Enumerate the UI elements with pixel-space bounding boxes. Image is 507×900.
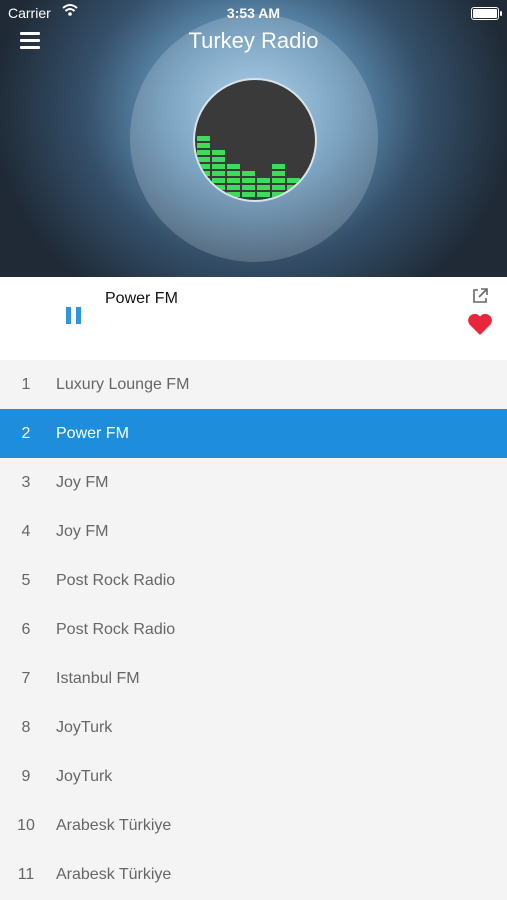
equalizer-icon <box>197 136 315 197</box>
station-row[interactable]: 9 JoyTurk <box>0 752 507 801</box>
station-number: 7 <box>21 669 31 687</box>
station-number: 3 <box>21 473 31 491</box>
station-number: 8 <box>21 718 31 736</box>
station-row[interactable]: 3 Joy FM <box>0 458 507 507</box>
share-icon[interactable] <box>471 287 489 305</box>
station-number: 11 <box>17 865 35 883</box>
station-name: Arabesk Türkiye <box>56 816 172 834</box>
station-name: JoyTurk <box>56 718 113 736</box>
station-row[interactable]: 5 Post Rock Radio <box>0 556 507 605</box>
station-number: 10 <box>17 816 35 834</box>
station-name: Istanbul FM <box>56 669 140 687</box>
station-row[interactable]: 1 Luxury Lounge FM <box>0 360 507 409</box>
station-number: 1 <box>21 375 31 393</box>
battery-icon <box>471 7 502 20</box>
header: Carrier 3:53 AM Turkey Radio <box>0 0 507 277</box>
station-number: 6 <box>21 620 31 638</box>
artwork-disc <box>193 78 317 202</box>
heart-icon[interactable] <box>467 312 493 336</box>
station-name: JoyTurk <box>56 767 113 785</box>
station-name: Power FM <box>56 424 129 442</box>
station-number: 4 <box>21 522 31 540</box>
station-name: Arabesk Türkiye <box>56 865 172 883</box>
pause-button[interactable] <box>62 307 86 329</box>
station-number: 2 <box>21 424 31 442</box>
station-name: Post Rock Radio <box>56 571 176 589</box>
now-playing-station: Power FM <box>105 290 178 307</box>
station-row[interactable]: 11 Arabesk Türkiye <box>0 850 507 899</box>
station-row[interactable]: 6 Post Rock Radio <box>0 605 507 654</box>
station-number: 5 <box>21 571 31 589</box>
station-row[interactable]: 7 Istanbul FM <box>0 654 507 703</box>
station-number: 9 <box>21 767 31 785</box>
station-name: Luxury Lounge FM <box>56 375 190 393</box>
station-name: Joy FM <box>56 522 109 540</box>
now-playing-bar: Power FM <box>0 277 507 360</box>
station-row[interactable]: 4 Joy FM <box>0 507 507 556</box>
station-row[interactable]: 2 Power FM <box>0 409 507 458</box>
station-name: Post Rock Radio <box>56 620 176 638</box>
station-list: 1 Luxury Lounge FM 2 Power FM 3 Joy FM 4 Joy FM… <box>0 360 507 899</box>
station-name: Joy FM <box>56 473 109 491</box>
station-row[interactable]: 10 Arabesk Türkiye <box>0 801 507 850</box>
station-row[interactable]: 8 JoyTurk <box>0 703 507 752</box>
